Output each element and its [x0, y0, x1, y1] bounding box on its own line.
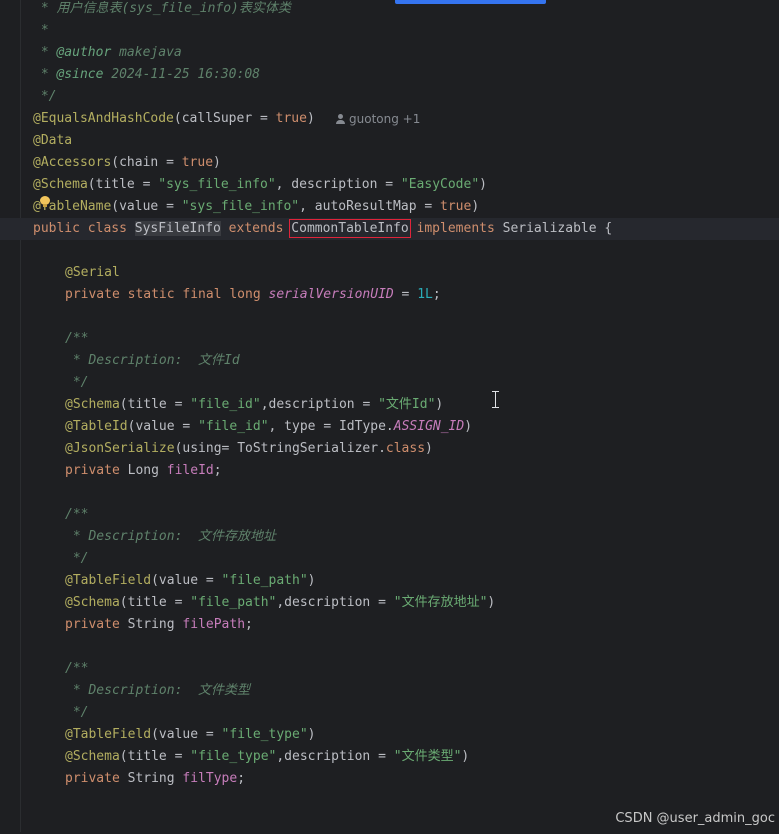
person-icon	[336, 114, 345, 124]
doc-comment-text: */	[65, 375, 89, 390]
code-line: /**	[0, 658, 779, 680]
doc-comment-text: 2024-11-25 16:30:08	[103, 67, 260, 82]
field-name: filType	[182, 771, 238, 786]
annotation: @Schema	[33, 177, 88, 192]
field-name: filePath	[182, 617, 246, 632]
code-line: * @author makejava	[0, 42, 779, 64]
code-line: * Description: 文件类型	[0, 680, 779, 702]
code-line: @Data	[0, 130, 779, 152]
code-line: @TableField(value = "file_type")	[65, 727, 316, 742]
annotation: @Data	[33, 133, 73, 148]
code-line: @Accessors(chain = true)	[33, 155, 221, 170]
doc-tag-author: @author	[56, 45, 112, 60]
annotation: @EqualsAndHashCode	[33, 111, 174, 126]
code-line: @TableName(value = "sys_file_info", auto…	[33, 199, 480, 214]
code-line: * Description: 文件Id	[0, 350, 779, 372]
field-name: serialVersionUID	[268, 287, 394, 302]
code-line: * Description: 文件存放地址	[0, 526, 779, 548]
annotation: @Schema	[65, 595, 120, 610]
code-line: @TableField(value = "file_path")	[65, 573, 316, 588]
code-line: * 用户信息表(sys_file_info)表实体类	[0, 0, 779, 20]
doc-tag-since: @since	[56, 67, 104, 82]
annotation: @TableField	[65, 573, 152, 588]
doc-comment-text: * Description: 文件Id	[65, 353, 240, 368]
annotation: @JsonSerialize	[65, 441, 175, 456]
code-line: */	[0, 702, 779, 724]
annotation: @Serial	[65, 265, 120, 280]
annotation: @Schema	[65, 397, 120, 412]
doc-comment-text: * Description: 文件存放地址	[65, 529, 277, 544]
code-line: @TableId(value = "file_id", type = IdTyp…	[65, 419, 473, 434]
code-line: private String filePath;	[65, 617, 253, 632]
doc-comment-text: */	[33, 89, 57, 104]
author-name: guotong +1	[349, 112, 421, 126]
watermark: CSDN @user_admin_goc	[615, 811, 775, 826]
doc-comment-text: */	[65, 551, 89, 566]
annotation: TableName	[40, 199, 112, 214]
doc-comment-text: /**	[65, 507, 89, 522]
doc-comment-text: * 用户信息表(sys_file_info)表实体类	[33, 1, 291, 16]
annotation: @TableId	[65, 419, 128, 434]
code-line: private Long fileId;	[65, 463, 222, 478]
code-editor[interactable]: * 用户信息表(sys_file_info)表实体类 * * @author m…	[0, 0, 779, 832]
doc-comment-text: *	[33, 23, 49, 38]
highlighted-superclass[interactable]: CommonTableInfo	[289, 219, 411, 238]
code-line: @Schema(title = "file_id",description = …	[65, 397, 444, 412]
code-line: */	[0, 86, 779, 108]
doc-comment-text: *	[33, 67, 57, 82]
field-name: fileId	[166, 463, 214, 478]
code-line: @Serial	[0, 262, 779, 284]
doc-comment-text: *	[33, 45, 57, 60]
lightbulb-icon[interactable]	[40, 196, 50, 208]
code-line-current: public class SysFileInfo extends CommonT…	[0, 218, 779, 240]
doc-comment-text: /**	[65, 331, 89, 346]
text-cursor-icon	[492, 391, 500, 408]
code-line: private String filType;	[65, 771, 246, 786]
annotation: @Schema	[65, 749, 120, 764]
code-line: * @since 2024-11-25 16:30:08	[0, 64, 779, 86]
code-line: */	[0, 548, 779, 570]
code-line: @Schema(title = "file_path",description …	[65, 595, 496, 610]
code-line: @JsonSerialize(using= ToStringSerializer…	[65, 441, 433, 456]
author-inlay-hint[interactable]: guotong +1	[336, 108, 420, 130]
annotation: @Accessors	[33, 155, 112, 170]
code-line: */	[0, 372, 779, 394]
doc-comment-text: /**	[65, 661, 89, 676]
doc-comment-text: * Description: 文件类型	[65, 683, 251, 698]
code-line: @Schema(title = "file_type",description …	[65, 749, 470, 764]
annotation: @TableField	[65, 727, 152, 742]
code-line: @Schema(title = "sys_file_info", descrip…	[33, 177, 487, 192]
doc-comment-text: */	[65, 705, 89, 720]
code-line: private static final long serialVersionU…	[65, 287, 441, 302]
code-line: @EqualsAndHashCode(callSuper = true) guo…	[0, 108, 779, 130]
code-line: /**	[0, 504, 779, 526]
class-name[interactable]: SysFileInfo	[134, 221, 221, 236]
code-line: /**	[0, 328, 779, 350]
code-line: *	[0, 20, 779, 42]
doc-comment-text: makejava	[111, 45, 182, 60]
